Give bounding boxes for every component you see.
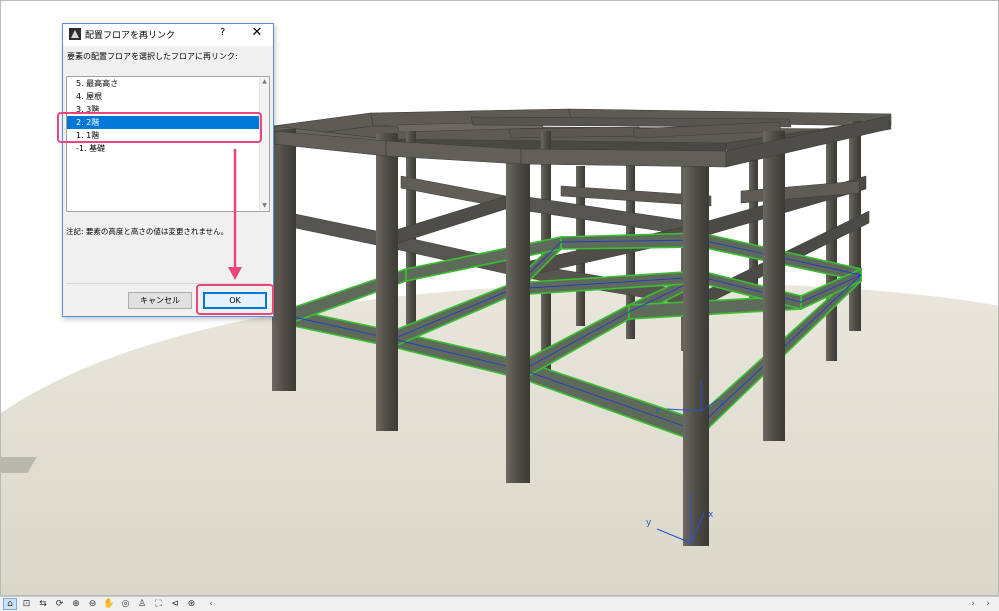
bottom-toolbar: ⌂ ⊡ ⇆ ⟳ ⊕ ⊖ ✋ ◎ ♙ ⛶ ⊲ ⊛ ‹ › › bbox=[0, 596, 999, 611]
3d-window-icon[interactable]: ⌂ bbox=[3, 598, 17, 610]
zoom-rotate-icon[interactable]: ⟳ bbox=[53, 598, 67, 610]
zoom-fit-icon[interactable]: ⊡ bbox=[20, 598, 34, 610]
zoom-out-icon[interactable]: ⊖ bbox=[86, 598, 100, 610]
view-options-icon[interactable]: ⊛ bbox=[185, 598, 199, 610]
scroll-left-icon[interactable]: ‹ bbox=[205, 598, 217, 610]
pan-icon[interactable]: ✋ bbox=[102, 598, 116, 610]
3d-viewport[interactable]: x y x y 配置フロアを再リンク ? ✕ 要素の配置フロアを選択したフロアに… bbox=[0, 0, 999, 596]
horizontal-scrollbar[interactable] bbox=[219, 599, 965, 609]
explore-icon[interactable]: ♙ bbox=[135, 598, 149, 610]
scroll-end-icon[interactable]: › bbox=[982, 598, 994, 610]
zoom-navigate-icon[interactable]: ⊲ bbox=[168, 598, 182, 610]
zoom-previous-icon[interactable]: ⇆ bbox=[36, 598, 50, 610]
scroll-right-icon[interactable]: › bbox=[967, 598, 979, 610]
annotation-arrow bbox=[228, 149, 242, 280]
zoom-in-icon[interactable]: ⊕ bbox=[69, 598, 83, 610]
fit-in-window-icon[interactable]: ⛶ bbox=[152, 598, 166, 610]
orbit-icon[interactable]: ◎ bbox=[119, 598, 133, 610]
